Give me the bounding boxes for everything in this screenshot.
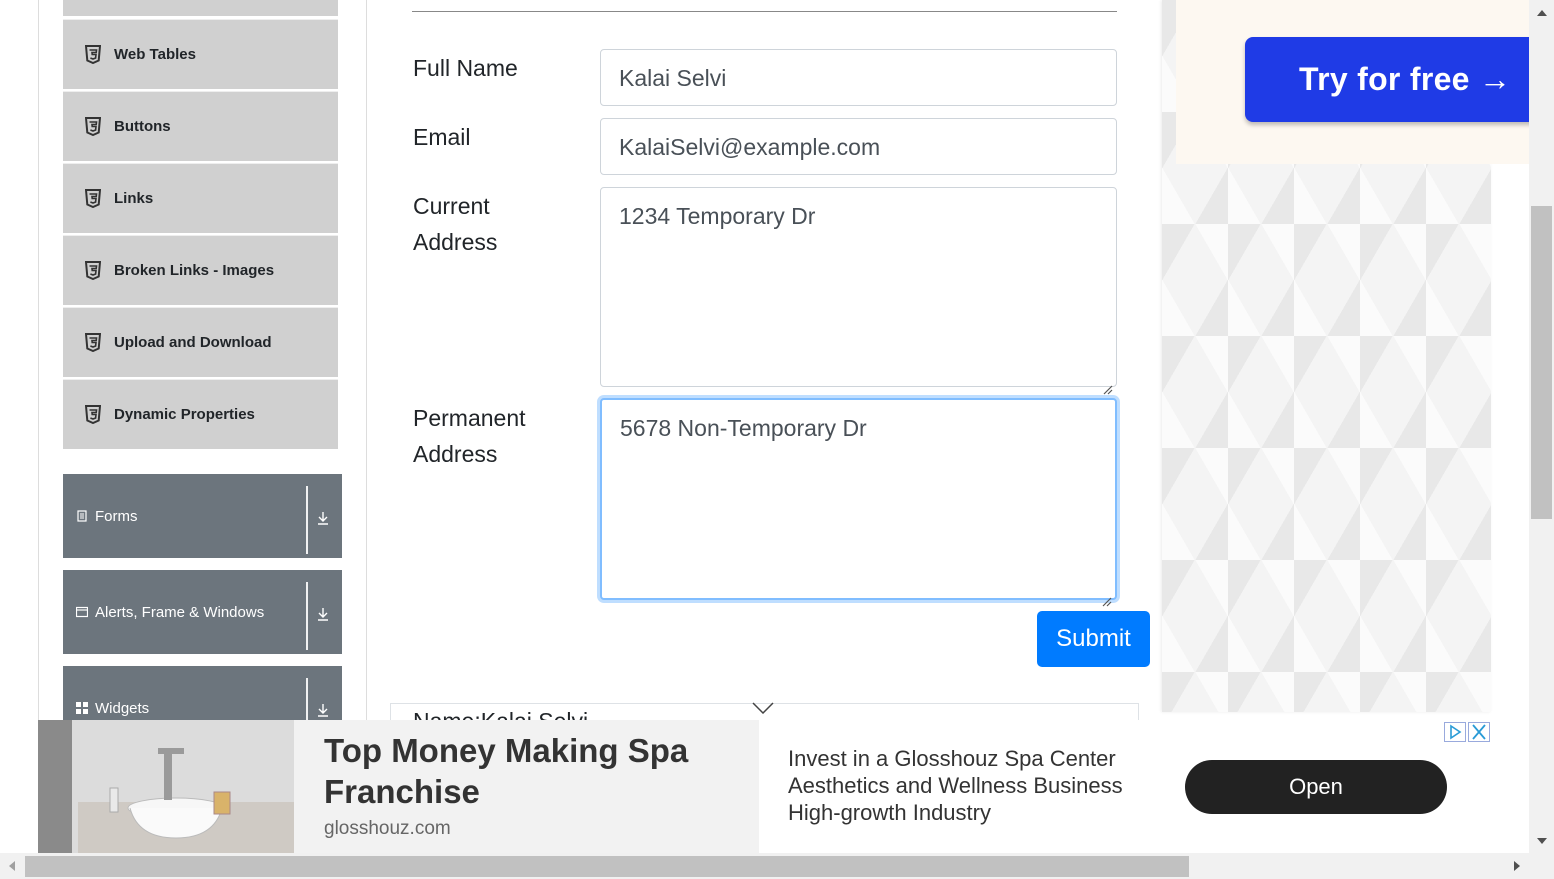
group-header-forms[interactable]: Forms xyxy=(63,474,342,558)
sidebar-item-label: Broken Links - Images xyxy=(114,262,275,279)
email-value: KalaiSelvi@example.com xyxy=(619,134,881,160)
banner-domain: glosshouz.com xyxy=(324,818,451,839)
html5-icon xyxy=(83,260,103,282)
sidebar-item-links[interactable]: Links xyxy=(63,163,338,233)
label-line: Address xyxy=(413,441,498,467)
scroll-up-icon[interactable] xyxy=(1534,5,1550,21)
form-icon xyxy=(76,510,88,522)
sidebar-item-label: Links xyxy=(114,190,154,207)
email-label: Email xyxy=(413,124,471,150)
full-name-value: Kalai Selvi xyxy=(619,65,727,91)
permanent-address-value: 5678 Non-Temporary Dr xyxy=(620,415,867,441)
horizontal-scroll-thumb[interactable] xyxy=(25,856,1189,877)
chevron-down-icon xyxy=(752,701,774,715)
section-divider xyxy=(412,11,1117,12)
html5-icon xyxy=(83,404,103,426)
group-label: Forms xyxy=(95,507,138,525)
scroll-right-icon[interactable] xyxy=(1509,858,1525,874)
current-address-textarea[interactable]: 1234 Temporary Dr xyxy=(600,187,1117,395)
vertical-scroll-thumb[interactable] xyxy=(1531,206,1552,519)
banner-title: Top Money Making Spa Franchise xyxy=(324,732,689,810)
download-arrow-icon[interactable] xyxy=(315,702,331,718)
permanent-address-label: Permanent Address xyxy=(413,400,526,472)
html5-icon xyxy=(83,116,103,138)
submit-button[interactable]: Submit xyxy=(1037,611,1150,667)
widgets-icon xyxy=(76,702,88,714)
sidebar-item-label: Upload and Download xyxy=(114,334,272,351)
sidebar-item-dynamic-properties[interactable]: Dynamic Properties xyxy=(63,379,338,449)
sidebar-item-broken-links[interactable]: Broken Links - Images xyxy=(63,235,338,305)
label-line: Address xyxy=(413,229,498,255)
label-line: Permanent xyxy=(413,405,526,431)
try-for-free-button[interactable]: Try for free → xyxy=(1245,37,1545,122)
window-icon xyxy=(76,606,88,618)
download-arrow-icon[interactable] xyxy=(315,606,331,622)
permanent-address-textarea[interactable]: 5678 Non-Temporary Dr xyxy=(600,398,1117,607)
spa-sink-image xyxy=(38,720,294,853)
resize-handle-icon[interactable] xyxy=(1101,371,1113,395)
group-label: Widgets xyxy=(95,699,150,717)
html5-icon xyxy=(83,332,103,354)
group-label: Alerts, Frame & Windows xyxy=(95,603,265,621)
banner-description: Invest in a Glosshouz Spa Center Aesthet… xyxy=(788,746,1123,825)
divider xyxy=(306,582,308,650)
bottom-banner-ad[interactable]: Top Money Making Spa Franchise glosshouz… xyxy=(38,720,1491,853)
group-header-alerts[interactable]: Alerts, Frame & Windows xyxy=(63,570,342,654)
sidebar-item-partial[interactable] xyxy=(63,0,338,16)
close-icon[interactable] xyxy=(1468,722,1490,742)
scroll-down-icon[interactable] xyxy=(1534,833,1550,849)
resize-handle-icon[interactable] xyxy=(1100,583,1112,607)
sidebar-item-buttons[interactable]: Buttons xyxy=(63,91,338,161)
page: Web Tables Buttons Links Broken Links - … xyxy=(0,0,1554,879)
open-button[interactable]: Open xyxy=(1185,760,1447,814)
divider xyxy=(306,486,308,554)
full-name-input[interactable]: Kalai Selvi xyxy=(600,49,1117,106)
sidebar-item-label: Dynamic Properties xyxy=(114,406,255,423)
sidebar-item-label: Web Tables xyxy=(114,46,196,63)
scroll-left-icon[interactable] xyxy=(4,858,20,874)
email-input[interactable]: KalaiSelvi@example.com xyxy=(600,118,1117,175)
sidebar-item-web-tables[interactable]: Web Tables xyxy=(63,19,338,89)
current-address-value: 1234 Temporary Dr xyxy=(619,203,816,229)
html5-icon xyxy=(83,44,103,66)
ad-choices-icon[interactable] xyxy=(1444,722,1466,742)
sidebar-item-label: Buttons xyxy=(114,118,171,135)
html5-icon xyxy=(83,188,103,210)
label-line: Current xyxy=(413,193,490,219)
download-arrow-icon[interactable] xyxy=(315,510,331,526)
current-address-label: Current Address xyxy=(413,188,497,260)
full-name-label: Full Name xyxy=(413,55,518,81)
sidebar-item-upload-download[interactable]: Upload and Download xyxy=(63,307,338,377)
